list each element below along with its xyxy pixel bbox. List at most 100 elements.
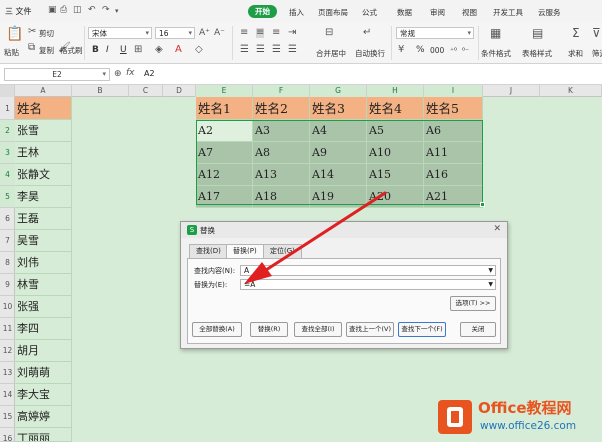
- table-cell[interactable]: A13: [253, 164, 310, 186]
- cell-name[interactable]: 张雪: [15, 120, 72, 142]
- row-header[interactable]: 4: [0, 164, 15, 186]
- column-header[interactable]: D: [163, 85, 196, 97]
- table-cell[interactable]: A19: [310, 186, 367, 208]
- percent-button[interactable]: %: [416, 45, 425, 55]
- column-header[interactable]: F: [253, 85, 310, 97]
- row-header[interactable]: 6: [0, 208, 15, 230]
- filter-icon[interactable]: ⊽: [592, 27, 601, 39]
- column-header[interactable]: I: [424, 85, 483, 97]
- row-header[interactable]: 11: [0, 318, 15, 340]
- close-icon[interactable]: ✕: [493, 224, 501, 234]
- save-icon[interactable]: ▣: [48, 5, 57, 15]
- tab-find[interactable]: 查找(D): [189, 244, 228, 258]
- table-cell[interactable]: A8: [253, 142, 310, 164]
- name-box[interactable]: E2 ▾: [4, 68, 110, 81]
- table-header-cell[interactable]: 姓名5: [424, 97, 483, 120]
- dialog-titlebar[interactable]: S 替换 ✕: [181, 222, 507, 238]
- table-cell[interactable]: A12: [196, 164, 253, 186]
- row-header[interactable]: 2: [0, 120, 15, 142]
- indent-icon[interactable]: ⇥: [288, 28, 296, 38]
- column-header[interactable]: J: [483, 85, 540, 97]
- cell-name[interactable]: 张强: [15, 296, 72, 318]
- tab-goto[interactable]: 定位(G): [263, 244, 302, 258]
- table-cell[interactable]: A11: [424, 142, 483, 164]
- cell-name[interactable]: 王磊: [15, 208, 72, 230]
- table-cell[interactable]: A7: [196, 142, 253, 164]
- find-next-button[interactable]: 查找下一个(F): [398, 322, 446, 337]
- find-all-button[interactable]: 查找全部(I): [294, 322, 342, 337]
- zoom-icon[interactable]: ⊕: [114, 69, 122, 79]
- replace-button[interactable]: 替换(R): [250, 322, 288, 337]
- cell-name[interactable]: 高婷婷: [15, 406, 72, 428]
- row-header[interactable]: 1: [0, 97, 15, 120]
- sum-icon[interactable]: Σ: [572, 27, 580, 39]
- align-left-icon[interactable]: ☰: [240, 45, 249, 55]
- table-cell[interactable]: A3: [253, 120, 310, 142]
- font-shrink-icon[interactable]: A⁻: [214, 28, 225, 38]
- font-grow-icon[interactable]: A⁺: [199, 28, 210, 38]
- align-middle-icon[interactable]: ≡: [256, 28, 265, 38]
- merge-center-icon[interactable]: ⊟: [325, 28, 333, 38]
- font-color-icon[interactable]: A: [175, 45, 182, 55]
- column-header[interactable]: K: [540, 85, 602, 97]
- table-cell[interactable]: A15: [367, 164, 424, 186]
- cell-name[interactable]: 丁丽丽: [15, 428, 72, 442]
- column-header[interactable]: A: [15, 85, 72, 97]
- table-cell[interactable]: A4: [310, 120, 367, 142]
- tab-formulas[interactable]: 公式: [362, 7, 377, 18]
- auto-wrap-button[interactable]: 自动换行: [355, 48, 385, 59]
- tab-replace[interactable]: 替换(P): [226, 244, 264, 259]
- paste-button[interactable]: 粘贴: [4, 47, 19, 58]
- table-cell[interactable]: A21: [424, 186, 483, 208]
- table-style-icon[interactable]: ▤: [532, 27, 543, 39]
- table-cell[interactable]: A14: [310, 164, 367, 186]
- row-header[interactable]: 3: [0, 142, 15, 164]
- thousands-button[interactable]: 000: [430, 46, 444, 55]
- format-painter-button[interactable]: 格式刷: [60, 45, 83, 56]
- table-header-cell[interactable]: 姓名3: [310, 97, 367, 120]
- number-format-select[interactable]: 常规 ▾: [396, 27, 474, 39]
- tab-review[interactable]: 审阅: [430, 7, 445, 18]
- table-cell[interactable]: A16: [424, 164, 483, 186]
- table-cell[interactable]: A17: [196, 186, 253, 208]
- cell-name[interactable]: 张静文: [15, 164, 72, 186]
- table-header-cell[interactable]: 姓名1: [196, 97, 253, 120]
- underline-button[interactable]: U: [120, 45, 127, 55]
- font-size-select[interactable]: 16 ▾: [155, 27, 195, 39]
- tab-developer[interactable]: 开发工具: [493, 7, 523, 18]
- align-right-icon[interactable]: ☰: [272, 45, 281, 55]
- fill-color-icon[interactable]: ◈: [155, 45, 163, 55]
- table-cell[interactable]: A20: [367, 186, 424, 208]
- column-header[interactable]: H: [367, 85, 424, 97]
- row-header[interactable]: 13: [0, 362, 15, 384]
- close-button[interactable]: 关闭: [460, 322, 496, 337]
- cell-name[interactable]: 李四: [15, 318, 72, 340]
- cell-name[interactable]: 刘萌萌: [15, 362, 72, 384]
- select-all-corner[interactable]: [0, 85, 15, 97]
- row-header[interactable]: 14: [0, 384, 15, 406]
- tab-insert[interactable]: 插入: [289, 7, 304, 18]
- tab-page-layout[interactable]: 页面布局: [318, 7, 348, 18]
- cell-name[interactable]: 王林: [15, 142, 72, 164]
- redo-icon[interactable]: ↷: [102, 5, 110, 15]
- row-header[interactable]: 16: [0, 428, 15, 442]
- column-header[interactable]: B: [72, 85, 129, 97]
- row-header[interactable]: 12: [0, 340, 15, 362]
- table-header-cell[interactable]: 姓名2: [253, 97, 310, 120]
- fx-icon[interactable]: fx: [126, 68, 135, 78]
- bold-button[interactable]: B: [92, 45, 99, 55]
- table-cell[interactable]: A18: [253, 186, 310, 208]
- align-center-icon[interactable]: ☰: [256, 45, 265, 55]
- replace-input[interactable]: =A ▼: [240, 279, 496, 290]
- clear-format-icon[interactable]: ◇: [195, 45, 203, 55]
- cell-name[interactable]: 李昊: [15, 186, 72, 208]
- print-icon[interactable]: ⎙: [60, 5, 67, 15]
- cell-name[interactable]: 林雪: [15, 274, 72, 296]
- tab-data[interactable]: 数据: [397, 7, 412, 18]
- row-header[interactable]: 8: [0, 252, 15, 274]
- replace-all-button[interactable]: 全部替换(A): [192, 322, 242, 337]
- formula-content[interactable]: A2: [144, 69, 155, 78]
- font-name-select[interactable]: 宋体 ▾: [88, 27, 152, 39]
- find-input[interactable]: A ▼: [240, 265, 496, 276]
- auto-wrap-icon[interactable]: ↵: [363, 28, 371, 38]
